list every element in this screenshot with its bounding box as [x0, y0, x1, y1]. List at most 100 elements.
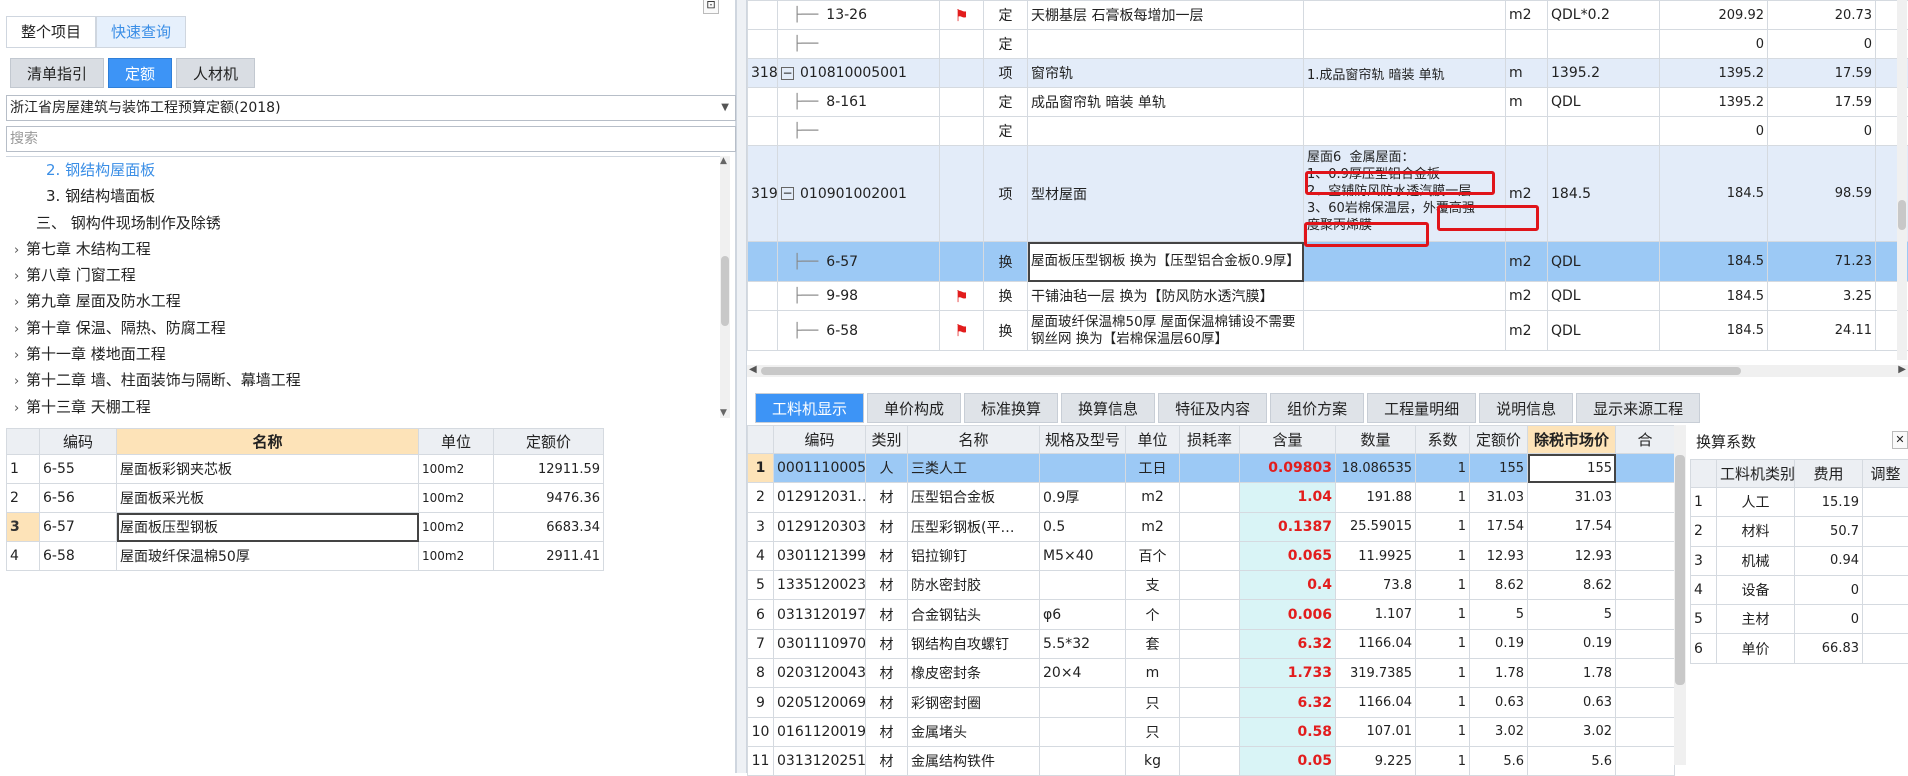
search-input[interactable]: 搜索 — [6, 126, 736, 152]
market-price[interactable]: 12.93 — [1528, 541, 1616, 570]
tab-whole-project[interactable]: 整个项目 — [6, 16, 96, 48]
market-price[interactable]: 5 — [1528, 600, 1616, 629]
material-row[interactable]: 110313120251材金属结构铁件kg0.059.22515.65.6 — [748, 746, 1675, 775]
market-price[interactable]: 0.19 — [1528, 629, 1616, 658]
bill-row[interactable]: ├──6-58⚑换屋面玻纤保温棉50厚 屋面保温棉铺设不需要钢丝网 换为【岩棉保… — [748, 311, 1908, 351]
materials-col-header[interactable]: 单位 — [1126, 426, 1180, 454]
coef-adjust[interactable] — [1863, 546, 1908, 575]
bill-code-cell[interactable]: ├──8-161 — [778, 88, 940, 117]
tree-node[interactable]: ›第七章 木结构工程 — [6, 236, 730, 262]
tree-scrollbar[interactable]: ▲ ▼ — [720, 156, 730, 418]
tab-detail-3[interactable]: 换算信息 — [1061, 393, 1155, 423]
bill-row[interactable]: 318−010810005001项窗帘轨1.成品窗帘轨 暗装 单轨m1395.2… — [748, 59, 1908, 88]
expand-chevron-icon[interactable]: › — [14, 238, 26, 264]
scroll-left-icon[interactable]: ◀ — [749, 364, 757, 375]
scroll-down-icon[interactable]: ▼ — [720, 408, 727, 418]
expand-chevron-icon[interactable]: › — [14, 317, 26, 343]
expand-chevron-icon[interactable]: › — [14, 369, 26, 395]
tree-node[interactable]: ›第十三章 天棚工程 — [6, 394, 730, 418]
quota-library-select[interactable]: 浙江省房屋建筑与装饰工程预算定额(2018) ▼ — [6, 95, 736, 121]
bill-row[interactable]: ├──9-98⚑换干铺油毡一层 换为【防风防水透汽膜】m2QDL184.53.2… — [748, 282, 1908, 311]
material-row[interactable]: 2012912031…材压型铝合金板0.9厚m21.04191.88131.03… — [748, 483, 1675, 512]
tree-node[interactable]: ›第九章 屋面及防水工程 — [6, 288, 730, 314]
bill-code-cell[interactable]: −010810005001 — [778, 59, 940, 88]
materials-col-header[interactable]: 损耗率 — [1180, 426, 1240, 454]
col-code[interactable]: 编码 — [40, 429, 117, 455]
tree-node[interactable]: ›第十二章 墙、柱面装饰与隔断、幕墙工程 — [6, 367, 730, 393]
tree-scroll-thumb[interactable] — [721, 256, 729, 326]
bill-hscroll-thumb[interactable] — [761, 367, 1741, 375]
collapse-toggle-icon[interactable]: − — [781, 67, 794, 80]
tree-node[interactable]: 2. 钢结构屋面板 — [6, 157, 730, 183]
tab-detail-4[interactable]: 特征及内容 — [1158, 393, 1267, 423]
material-row[interactable]: 60313120197材合金钢钻头φ6个0.0061.107155 — [748, 600, 1675, 629]
tree-node[interactable]: 三、 钢构件现场制作及除锈 — [6, 210, 730, 236]
coef-adjust[interactable] — [1863, 605, 1908, 634]
materials-col-header[interactable]: 编码 — [774, 426, 866, 454]
market-price[interactable]: 17.54 — [1528, 512, 1616, 541]
coef-row[interactable]: 3机械0.94 — [1691, 546, 1908, 575]
materials-col-header[interactable]: 除税市场价 — [1528, 426, 1616, 454]
quota-row[interactable]: 26-56屋面板采光板100m29476.36 — [7, 484, 604, 513]
bill-code-cell[interactable]: −010901002001 — [778, 146, 940, 242]
tab-list-guide[interactable]: 清单指引 — [10, 58, 104, 88]
material-row[interactable]: 30129120303材压型彩钢板(平…0.5m20.138725.590151… — [748, 512, 1675, 541]
expand-chevron-icon[interactable]: › — [14, 343, 26, 369]
materials-col-header[interactable]: 合 — [1616, 426, 1675, 454]
tab-detail-5[interactable]: 组价方案 — [1270, 393, 1364, 423]
quota-row[interactable]: 16-55屋面板彩钢夹芯板100m212911.59 — [7, 455, 604, 484]
tab-labor-material[interactable]: 人材机 — [176, 58, 255, 88]
materials-col-header[interactable]: 名称 — [908, 426, 1040, 454]
market-price[interactable]: 5.6 — [1528, 746, 1616, 775]
col-name[interactable]: 名称 — [117, 429, 419, 455]
material-row[interactable]: 51335120023材防水密封胶支0.473.818.628.62 — [748, 571, 1675, 600]
material-row[interactable]: 90205120069材彩钢密封圈只6.321166.0410.630.63 — [748, 688, 1675, 717]
panel-splitter[interactable] — [736, 0, 747, 773]
market-price[interactable]: 155 — [1528, 454, 1616, 483]
bill-scroll-thumb[interactable] — [1898, 200, 1906, 230]
tab-detail-2[interactable]: 标准换算 — [964, 393, 1058, 423]
collapse-toggle-icon[interactable]: − — [781, 187, 794, 200]
dropdown-arrow-icon[interactable]: ▼ — [721, 96, 729, 120]
col-price[interactable]: 定额价 — [494, 429, 604, 455]
scroll-right-icon[interactable]: ▶ — [1898, 364, 1906, 375]
market-price[interactable]: 0.63 — [1528, 688, 1616, 717]
materials-col-header[interactable] — [748, 426, 774, 454]
tab-detail-8[interactable]: 显示来源工程 — [1576, 393, 1700, 423]
market-price[interactable]: 8.62 — [1528, 571, 1616, 600]
bill-row[interactable]: ├──8-161定成品窗帘轨 暗装 单轨mQDL1395.217.59 — [748, 88, 1908, 117]
coef-adjust[interactable] — [1863, 517, 1908, 546]
bill-code-cell[interactable]: ├── — [778, 30, 940, 59]
bill-row[interactable]: ├──6-57换屋面板压型钢板 换为【压型铝合金板0.9厚】m2QDL184.5… — [748, 242, 1908, 282]
tree-node[interactable]: ›第八章 门窗工程 — [6, 262, 730, 288]
coef-row[interactable]: 5主材0 — [1691, 605, 1908, 634]
tab-detail-0[interactable]: 工料机显示 — [755, 393, 864, 423]
coef-adjust[interactable] — [1863, 488, 1908, 517]
tab-detail-7[interactable]: 说明信息 — [1479, 393, 1573, 423]
quota-row[interactable]: 36-57屋面板压型钢板100m26683.34 — [7, 513, 604, 542]
material-row[interactable]: 80203120043材橡皮密封条20×4m1.733319.738511.78… — [748, 659, 1675, 688]
materials-col-header[interactable]: 类别 — [866, 426, 908, 454]
coef-row[interactable]: 2材料50.7 — [1691, 517, 1908, 546]
tree-node[interactable]: ›第十一章 楼地面工程 — [6, 341, 730, 367]
materials-col-header[interactable]: 系数 — [1416, 426, 1470, 454]
bill-code-cell[interactable]: ├──9-98 — [778, 282, 940, 311]
material-row[interactable]: 40301121399材铝拉铆钉M5×40百个0.06511.9925112.9… — [748, 541, 1675, 570]
bill-code-cell[interactable]: ├──13-26 — [778, 1, 940, 30]
quota-row[interactable]: 46-58屋面玻纤保温棉50厚100m22911.41 — [7, 542, 604, 571]
tab-detail-6[interactable]: 工程量明细 — [1367, 393, 1476, 423]
materials-col-header[interactable]: 含量 — [1240, 426, 1336, 454]
bill-row[interactable]: ├──定00 — [748, 117, 1908, 146]
material-row[interactable]: 10001110005人三类人工工日0.0980318.086535115515… — [748, 454, 1675, 483]
bill-row[interactable]: ├──定00 — [748, 30, 1908, 59]
material-row[interactable]: 100161120019材金属堵头只0.58107.0113.023.02 — [748, 717, 1675, 746]
materials-scroll-thumb[interactable] — [1675, 455, 1685, 685]
material-row[interactable]: 70301110970材钢结构自攻螺钉5.5*32套6.321166.0410.… — [748, 629, 1675, 658]
materials-scrollbar[interactable] — [1674, 425, 1686, 765]
col-unit[interactable]: 单位 — [419, 429, 494, 455]
tree-node[interactable]: 3. 钢结构墙面板 — [6, 183, 730, 209]
market-price[interactable]: 1.78 — [1528, 659, 1616, 688]
collapse-icon[interactable]: ⊡ — [703, 0, 719, 14]
scroll-up-icon[interactable]: ▲ — [720, 156, 727, 166]
coef-adjust[interactable] — [1863, 634, 1908, 663]
